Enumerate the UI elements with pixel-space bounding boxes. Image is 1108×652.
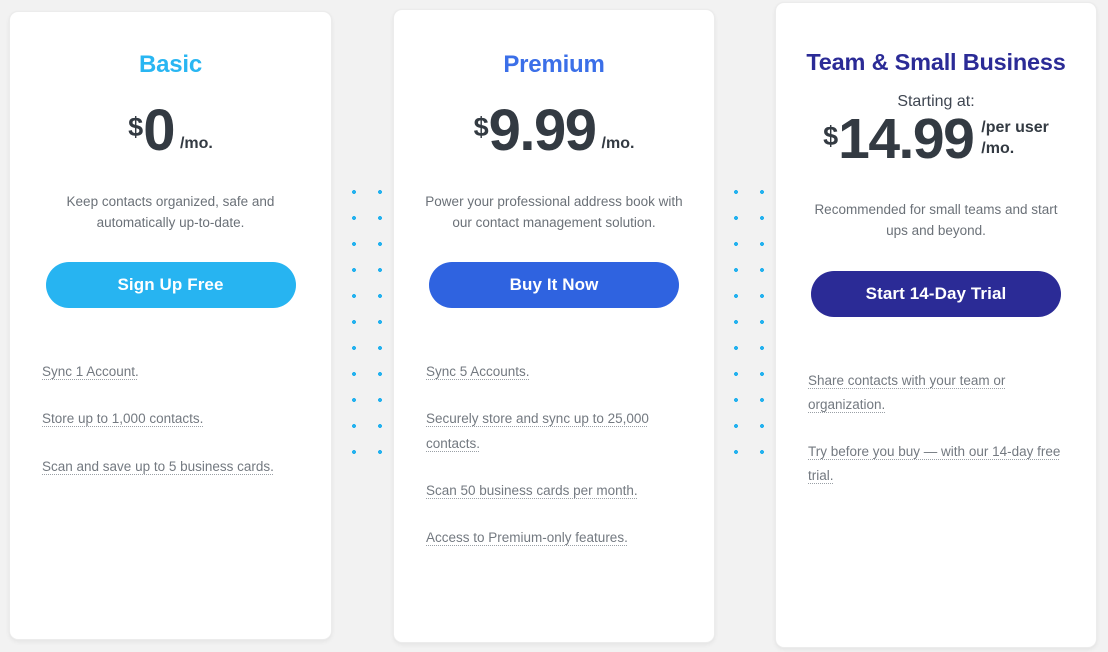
price-period: /mo. (596, 134, 635, 156)
price-amount: 0 (143, 97, 175, 163)
list-item: Scan and save up to 5 business cards. (42, 458, 274, 474)
currency-symbol: $ (823, 121, 839, 152)
plan-description: Recommended for small teams and start up… (814, 202, 1058, 239)
dot-pattern-divider-left (338, 176, 390, 476)
plan-title: Basic (138, 51, 203, 78)
currency-symbol: $ (128, 111, 144, 142)
pricing-card-basic[interactable]: Basic $ 0 /mo. Keep contacts organized, … (9, 11, 332, 640)
list-item: Share contacts with your team or organiz… (808, 373, 1006, 413)
pricing-plans-section: Basic $ 0 /mo. Keep contacts organized, … (0, 0, 1108, 652)
plan-description: Keep contacts organized, safe and automa… (66, 193, 275, 230)
price-block: $ 0 /mo. (128, 97, 213, 163)
plan-description: Power your professional address book wit… (425, 193, 683, 230)
list-item: Try before you buy — with our 14-day fre… (808, 444, 1061, 484)
price-block: $ 9.99 /mo. (473, 97, 635, 163)
feature-list: Share contacts with your team or organiz… (800, 369, 1072, 488)
feature-list: Sync 1 Account. Store up to 1,000 contac… (34, 360, 307, 478)
pricing-card-premium[interactable]: Premium $ 9.99 /mo. Power your professio… (393, 9, 715, 643)
list-item: Sync 5 Accounts. (426, 364, 530, 380)
currency-symbol: $ (473, 111, 489, 142)
price-period: /mo. (174, 134, 213, 156)
price-period-line-2: /mo. (981, 140, 1015, 158)
feature-list: Sync 5 Accounts. Securely store and sync… (418, 360, 690, 549)
start-trial-button[interactable]: Start 14-Day Trial (811, 271, 1061, 318)
list-item: Scan 50 business cards per month. (426, 482, 638, 498)
list-item: Sync 1 Account. (42, 364, 139, 380)
buy-it-now-button[interactable]: Buy It Now (429, 262, 679, 309)
list-item: Access to Premium-only features. (426, 529, 628, 545)
price-period-line-1: /mo. (179, 134, 213, 152)
price-period-line-1: /per user (981, 119, 1049, 137)
price-period-line-1: /mo. (601, 134, 635, 152)
price-amount: 14.99 (838, 107, 975, 172)
plan-title: Premium (503, 51, 605, 78)
price-block: $ 14.99 /per user /mo. (823, 107, 1049, 172)
sign-up-free-button[interactable]: Sign Up Free (45, 262, 296, 309)
dot-pattern-divider-right (720, 176, 772, 476)
plan-title: Team & Small Business (806, 49, 1066, 75)
pricing-card-team-small-business[interactable]: Team & Small Business Starting at: $ 14.… (775, 2, 1097, 648)
price-period: /per user /mo. (973, 118, 1049, 160)
list-item: Securely store and sync up to 25,000 con… (426, 411, 649, 451)
list-item: Store up to 1,000 contacts. (42, 411, 204, 427)
price-amount: 9.99 (488, 97, 597, 163)
